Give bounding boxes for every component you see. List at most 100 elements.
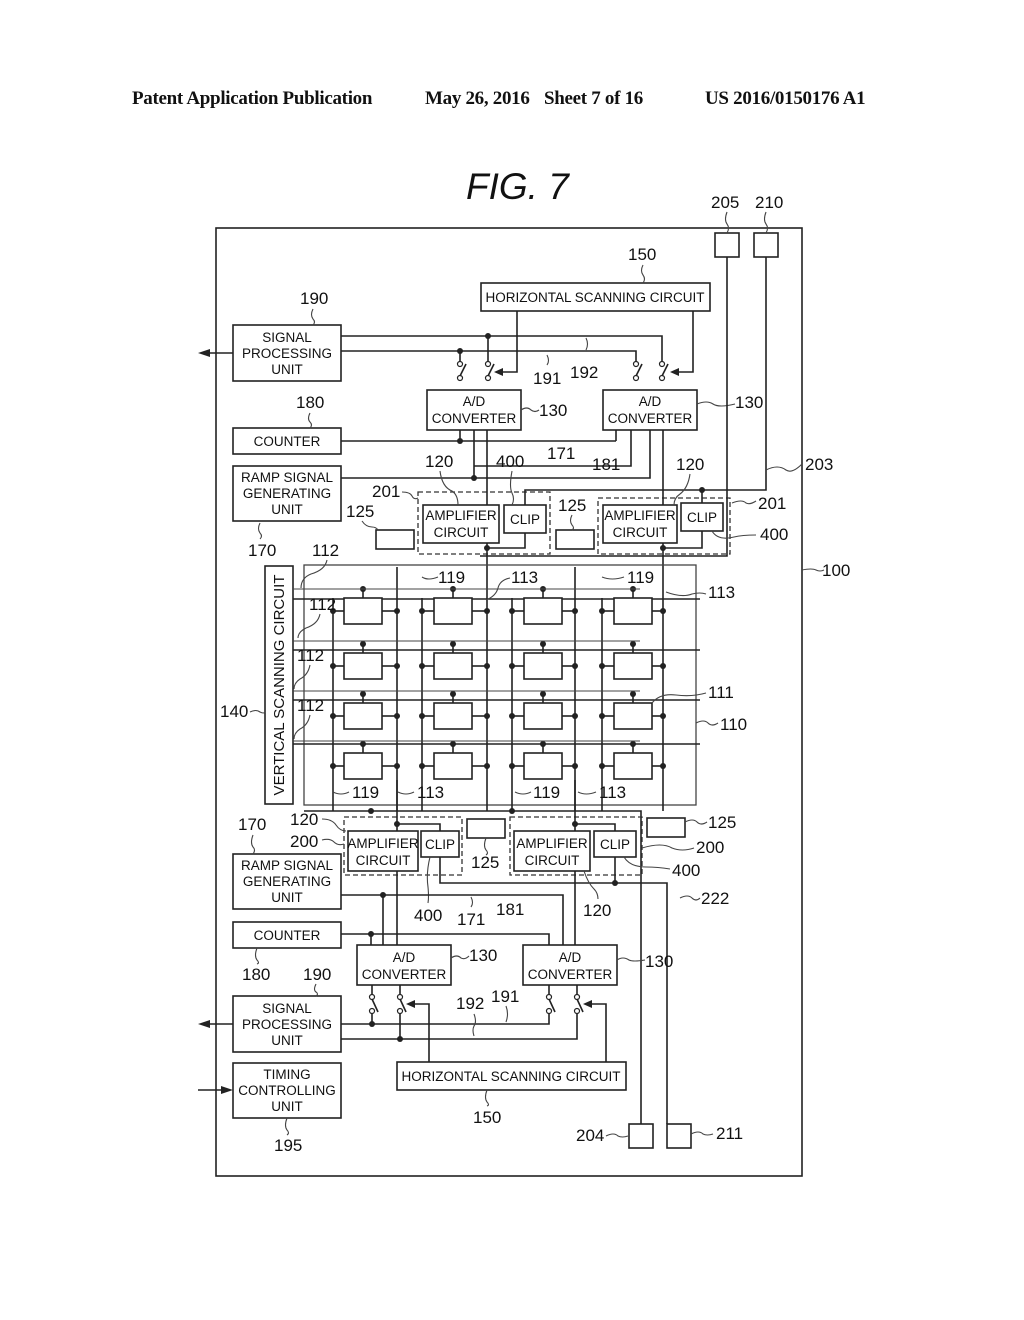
ref-current-source-top-left: 125 (346, 502, 374, 521)
amplifier-circuit-top-left: AMPLIFIER CIRCUIT (422, 504, 500, 544)
ref-spu-top: 190 (300, 289, 328, 308)
ref-current-source-top-right: 125 (558, 496, 586, 515)
svg-text:HORIZONTAL SCANNING CIRCUIT: HORIZONTAL SCANNING CIRCUIT (485, 290, 704, 305)
pixel-cell (433, 597, 473, 625)
svg-text:UNIT: UNIT (271, 1033, 303, 1048)
svg-text:UNIT: UNIT (271, 362, 303, 377)
pixel-cell (433, 702, 473, 730)
svg-text:RAMP SIGNAL: RAMP SIGNAL (241, 858, 334, 873)
input-arrow-timing (221, 1086, 233, 1094)
current-source-125-bottom-right (646, 817, 686, 838)
pixel-cell (343, 652, 383, 680)
pad-211 (666, 1123, 692, 1149)
ref-current-source-bottom-right: 125 (708, 813, 736, 832)
ad-converter-top-left: A/D CONVERTER (426, 389, 522, 431)
ref-ramp-bottom: 170 (238, 815, 266, 834)
svg-text:A/D: A/D (559, 950, 582, 965)
ref-counter-line-181-top: 181 (592, 455, 620, 474)
svg-text:CIRCUIT: CIRCUIT (434, 525, 489, 540)
svg-text:CLIP: CLIP (687, 510, 717, 525)
counter-bottom: COUNTER (232, 921, 342, 949)
pad-205 (714, 232, 740, 258)
svg-text:CLIP: CLIP (425, 837, 455, 852)
pixel-cell (523, 752, 563, 780)
svg-text:CIRCUIT: CIRCUIT (613, 525, 668, 540)
ref-ramp-top: 170 (248, 541, 276, 560)
clip-circuit-top-left: CLIP (503, 504, 547, 534)
ref-counter-line-181-bottom: 181 (496, 900, 524, 919)
svg-text:AMPLIFIER: AMPLIFIER (347, 836, 419, 851)
ref-group-201-left: 201 (372, 482, 400, 501)
horizontal-scanning-circuit-top: HORIZONTAL SCANNING CIRCUIT (480, 282, 711, 312)
ref-line-222: 222 (701, 889, 729, 908)
ref-adc-top-left: 130 (539, 401, 567, 420)
current-source-125-bottom-left (466, 818, 506, 839)
svg-text:CONVERTER: CONVERTER (362, 967, 447, 982)
ref-col-113-a: 113 (511, 568, 538, 587)
ref-amp-top-right: 120 (676, 455, 704, 474)
timing-controlling-unit: TIMING CONTROLLING UNIT (232, 1062, 342, 1119)
amplifier-circuit-top-right: AMPLIFIER CIRCUIT (602, 504, 678, 544)
ref-col-119-d: 119 (533, 783, 560, 802)
clip-circuit-top-right: CLIP (680, 502, 724, 532)
signal-processing-unit-top: SIGNAL PROCESSING UNIT (232, 324, 342, 382)
pixel-cell (523, 652, 563, 680)
svg-text:CONVERTER: CONVERTER (432, 411, 517, 426)
svg-text:A/D: A/D (463, 394, 486, 409)
ref-ramp-line-171-bottom: 171 (457, 910, 485, 929)
ref-clip-top-right: 400 (760, 525, 788, 544)
svg-text:COUNTER: COUNTER (254, 434, 321, 449)
ref-pad-210: 210 (755, 193, 783, 212)
ref-pixel: 111 (708, 683, 734, 702)
ref-amp-bottom-left: 120 (290, 810, 318, 829)
pixel-cell (613, 702, 653, 730)
ref-row-line-4: 112 (297, 696, 324, 715)
pixel-cell (613, 597, 653, 625)
amplifier-circuit-bottom-left: AMPLIFIER CIRCUIT (347, 830, 419, 872)
svg-text:TIMING: TIMING (263, 1067, 310, 1082)
horizontal-scanning-circuit-bottom: HORIZONTAL SCANNING CIRCUIT (396, 1061, 627, 1091)
pixel-cell (523, 702, 563, 730)
pixel-grid (293, 567, 700, 811)
svg-text:AMPLIFIER: AMPLIFIER (425, 508, 497, 523)
svg-text:CIRCUIT: CIRCUIT (356, 853, 411, 868)
ref-col-113-c: 113 (417, 783, 444, 802)
ref-current-source-bottom-left: 125 (471, 853, 499, 872)
signal-processing-unit-bottom: SIGNAL PROCESSING UNIT (232, 995, 342, 1053)
svg-text:CONTROLLING: CONTROLLING (238, 1083, 336, 1098)
output-arrow-top (198, 349, 210, 357)
svg-text:AMPLIFIER: AMPLIFIER (516, 836, 588, 851)
ref-pad-204: 204 (576, 1126, 604, 1145)
ref-clip-bottom-right: 400 (672, 861, 700, 880)
ref-counter-bottom: 180 (242, 965, 270, 984)
ref-ramp-line-171-top: 171 (547, 444, 575, 463)
svg-text:GENERATING: GENERATING (243, 486, 331, 501)
ref-hsc-top: 150 (628, 245, 656, 264)
ref-chip: 100 (822, 561, 850, 580)
ref-bus-191-bottom: 191 (491, 987, 519, 1006)
ref-row-line-1: 112 (312, 541, 339, 560)
svg-text:A/D: A/D (639, 394, 662, 409)
ref-clip-top-left: 400 (496, 452, 524, 471)
pixel-cell (523, 597, 563, 625)
ref-bus-192-top: 192 (570, 363, 598, 382)
ref-pixel-array: 110 (720, 715, 747, 734)
ref-row-line-2: 112 (309, 595, 336, 614)
ref-group-200-left: 200 (290, 832, 318, 851)
svg-text:COUNTER: COUNTER (254, 928, 321, 943)
ref-col-113-d: 113 (599, 783, 626, 802)
ref-bus-192-bottom: 192 (456, 994, 484, 1013)
svg-text:VERTICAL SCANNING CIRCUIT: VERTICAL SCANNING CIRCUIT (271, 575, 288, 796)
svg-text:UNIT: UNIT (271, 890, 303, 905)
ref-adc-top-right: 130 (735, 393, 763, 412)
circuit-diagram: 100 205 210 HORIZONTAL SCANNING CIRCUIT … (198, 193, 850, 1177)
ref-pad-205: 205 (711, 193, 739, 212)
svg-text:PROCESSING: PROCESSING (242, 346, 332, 361)
ref-row-line-3: 112 (297, 646, 324, 665)
svg-text:A/D: A/D (393, 950, 416, 965)
ref-pad-211: 211 (716, 1124, 743, 1143)
ref-amp-top-left: 120 (425, 452, 453, 471)
ref-timing: 195 (274, 1136, 302, 1155)
ref-line-203: 203 (805, 455, 833, 474)
current-source-125-top-right (555, 529, 595, 550)
